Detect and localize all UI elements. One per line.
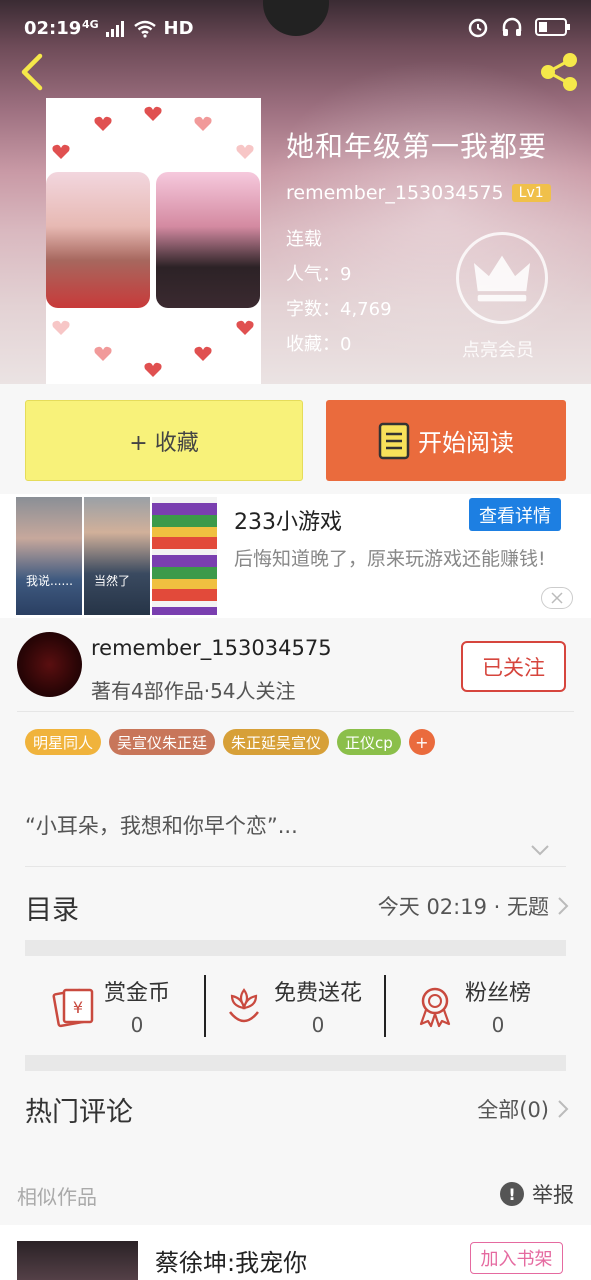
heart-icon	[236, 320, 254, 335]
status-network: 4G HD	[82, 18, 194, 39]
svg-text:¥: ¥	[73, 998, 83, 1017]
word-count: 字数：4,769	[286, 299, 392, 320]
popularity: 人气：9	[286, 264, 352, 285]
tag-item[interactable]: 吴宣仪朱正廷	[109, 729, 216, 755]
tag-list: 明星同人 吴宣仪朱正廷 朱正延吴宣仪 正仪cp +	[25, 729, 435, 755]
free-flower-stat[interactable]: 免费送花 0	[222, 975, 362, 1037]
ad-overlay-text-2: 当然了	[94, 574, 131, 588]
section-band	[25, 1055, 566, 1071]
back-icon[interactable]	[14, 52, 54, 92]
serial-status: 连载	[286, 229, 322, 250]
author-line[interactable]: remember_153034575 Lv1	[286, 182, 551, 204]
ad-title[interactable]: 233小游戏	[234, 504, 342, 536]
ad-image-2: 当然了	[84, 497, 150, 615]
camera-notch	[263, 0, 329, 36]
add-to-shelf-button[interactable]: 加入书架	[470, 1242, 563, 1274]
cover-photo-left	[46, 172, 150, 308]
tag-item[interactable]: 正仪cp	[337, 729, 401, 755]
medal-icon	[419, 987, 451, 1028]
divider	[17, 711, 574, 712]
hot-comments-label: 热门评论	[25, 1097, 133, 1128]
heart-icon	[52, 144, 70, 159]
tag-item[interactable]: 朱正延吴宣仪	[223, 729, 330, 755]
all-comments-link[interactable]: 全部(0)	[477, 1094, 569, 1124]
book-title: 她和年级第一我都要	[286, 130, 548, 163]
free-flower-label: 免费送花	[274, 981, 363, 1006]
level-badge: Lv1	[511, 184, 551, 202]
battery-icon	[535, 18, 570, 36]
collect-button[interactable]: + 收藏	[25, 400, 303, 481]
chevron-right-icon	[558, 897, 569, 915]
recommendation-title[interactable]: 蔡徐坤:我宠你	[155, 1243, 307, 1278]
chevron-right-icon	[558, 1100, 569, 1118]
all-comments-text: 全部(0)	[477, 1098, 549, 1122]
cover-photo-right	[156, 172, 260, 308]
similar-works-label: 相似作品	[17, 1185, 97, 1209]
heart-icon	[194, 116, 212, 131]
report-button[interactable]: ! 举报	[500, 1179, 574, 1209]
hd-indicator: HD	[163, 18, 194, 39]
follow-button[interactable]: 已关注	[461, 641, 566, 692]
crown-icon[interactable]	[456, 232, 548, 324]
status-bar: 02:19 4G HD	[0, 0, 591, 46]
book-header: 02:19 4G HD 她和年级第一我都要 remember_153034575…	[0, 0, 591, 384]
alarm-icon	[468, 18, 488, 38]
divider	[25, 866, 566, 867]
ad-image-3	[152, 497, 217, 615]
chevron-down-icon[interactable]	[530, 842, 550, 858]
stat-divider	[204, 975, 206, 1037]
free-flower-count: 0	[311, 1013, 325, 1037]
status-time: 02:19	[24, 18, 82, 39]
headphones-icon	[502, 17, 522, 36]
reward-coin-count: 0	[130, 1013, 144, 1037]
author-card-name[interactable]: remember_153034575	[91, 636, 332, 660]
report-label: 举报	[532, 1183, 574, 1207]
recommendation-cover[interactable]	[17, 1241, 138, 1280]
system-icons	[467, 16, 570, 38]
add-tag-button[interactable]: +	[408, 729, 435, 755]
reward-coin-icon: ¥	[52, 988, 94, 1028]
author-card-stats: 著有4部作品·54人关注	[91, 679, 296, 703]
reward-coin-stat[interactable]: ¥ 赏金币 0	[52, 975, 170, 1037]
start-reading-button[interactable]: 开始阅读	[326, 400, 566, 481]
ad-close-button[interactable]	[541, 587, 573, 609]
section-band	[25, 940, 566, 956]
share-icon[interactable]	[537, 50, 581, 94]
close-icon	[551, 592, 563, 604]
network-type: 4G	[82, 18, 99, 31]
heart-icon	[94, 346, 112, 361]
ad-overlay-text-1: 我说......	[26, 574, 73, 588]
fan-ranking-label: 粉丝榜	[465, 981, 532, 1006]
heart-icon	[144, 106, 162, 121]
author-name[interactable]: remember_153034575	[286, 182, 504, 204]
heart-icon	[236, 144, 254, 159]
wifi-icon	[134, 20, 157, 38]
heart-icon	[52, 320, 70, 335]
toc-label[interactable]: 目录	[25, 888, 79, 927]
heart-icon	[144, 362, 162, 377]
ad-details-button[interactable]: 查看详情	[469, 498, 561, 531]
ad-image-1: 我说......	[16, 497, 82, 615]
book-cover	[46, 98, 261, 384]
heart-icon	[94, 116, 112, 131]
fan-ranking-stat[interactable]: 粉丝榜 0	[413, 975, 531, 1037]
alert-icon: !	[500, 1182, 524, 1206]
stat-divider	[384, 975, 386, 1037]
toc-latest-chapter[interactable]: 今天 02:19 · 无题	[378, 891, 569, 921]
book-intro[interactable]: “小耳朵，我想和你早个恋”...	[25, 810, 298, 840]
fan-ranking-count: 0	[491, 1013, 505, 1037]
author-avatar[interactable]	[17, 632, 82, 697]
signal-icon	[105, 21, 124, 37]
favorite-count: 收藏：0	[286, 334, 352, 355]
tag-item[interactable]: 明星同人	[25, 729, 102, 755]
heart-icon	[194, 346, 212, 361]
book-icon	[378, 422, 410, 459]
flower-icon	[229, 988, 259, 1023]
vip-label[interactable]: 点亮会员	[462, 336, 534, 362]
start-reading-label: 开始阅读	[418, 429, 514, 457]
reward-coin-label: 赏金币	[104, 981, 171, 1006]
ad-description: 后悔知道晚了，原来玩游戏还能赚钱!	[234, 548, 546, 570]
toc-latest-text: 今天 02:19 · 无题	[377, 895, 549, 919]
